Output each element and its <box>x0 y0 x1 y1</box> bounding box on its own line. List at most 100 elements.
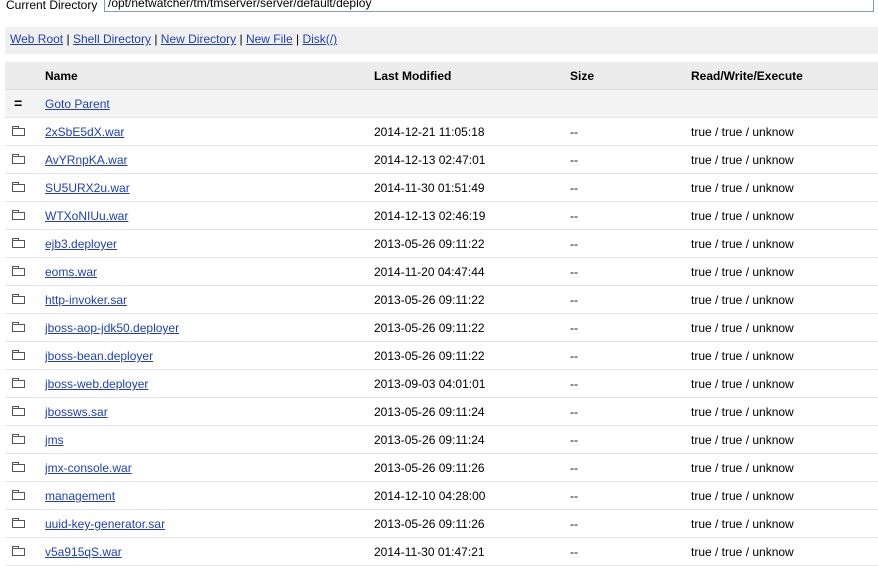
goto-parent-icon: = <box>14 95 23 111</box>
table-row: SU5URX2u.war 2014-11-30 01:51:49 -- true / … <box>5 174 878 202</box>
file-rows: 2xSbE5dX.war 2014-12-21 11:05:18 -- true / … <box>5 118 878 566</box>
rwx-cell: true / true / unknow <box>691 321 794 335</box>
folder-icon <box>12 377 26 391</box>
file-name-link[interactable]: management <box>45 489 115 503</box>
file-name-link[interactable]: ejb3.deployer <box>45 237 117 251</box>
file-name-link[interactable]: SU5URX2u.war <box>45 181 130 195</box>
rwx-cell: true / true / unknow <box>691 489 794 503</box>
shell-directory-link[interactable]: Shell Directory <box>73 32 151 46</box>
goto-parent-row: = Goto Parent <box>5 90 878 118</box>
file-name-link[interactable]: jmx-console.war <box>45 461 132 475</box>
table-row: management 2014-12-10 04:28:00 -- true / tr… <box>5 482 878 510</box>
folder-icon <box>12 265 26 279</box>
size-cell: -- <box>570 209 578 223</box>
size-cell: -- <box>570 153 578 167</box>
file-name-link[interactable]: eoms.war <box>45 265 97 279</box>
file-name-link[interactable]: jboss-bean.deployer <box>45 349 153 363</box>
table-row: http-invoker.sar 2013-05-26 09:11:22 -- tru… <box>5 286 878 314</box>
link-separator: | <box>154 32 158 46</box>
rwx-cell: true / true / unknow <box>691 405 794 419</box>
file-name-link[interactable]: jms <box>45 433 64 447</box>
action-links-bar: Web Root | Shell Directory | New Directo… <box>5 27 878 54</box>
last-modified-cell: 2013-05-26 09:11:24 <box>374 433 485 447</box>
new-file-link[interactable]: New File <box>246 32 293 46</box>
size-cell: -- <box>570 265 578 279</box>
rwx-cell: true / true / unknow <box>691 237 794 251</box>
size-cell: -- <box>570 405 578 419</box>
file-name-link[interactable]: WTXoNIUu.war <box>45 209 128 223</box>
folder-icon <box>12 293 26 307</box>
rwx-cell: true / true / unknow <box>691 125 794 139</box>
size-cell: -- <box>570 293 578 307</box>
header-rwx: Read/Write/Execute <box>691 69 803 83</box>
rwx-cell: true / true / unknow <box>691 433 794 447</box>
goto-parent-link[interactable]: Goto Parent <box>45 97 110 111</box>
last-modified-cell: 2013-05-26 09:11:22 <box>374 349 485 363</box>
last-modified-cell: 2014-12-10 04:28:00 <box>374 489 486 503</box>
rwx-cell: true / true / unknow <box>691 153 794 167</box>
size-cell: -- <box>570 237 578 251</box>
rwx-cell: true / true / unknow <box>691 265 794 279</box>
file-name-link[interactable]: 2xSbE5dX.war <box>45 125 124 139</box>
folder-icon <box>12 209 26 223</box>
last-modified-cell: 2013-05-26 09:11:26 <box>374 461 485 475</box>
current-directory-input[interactable] <box>104 0 874 12</box>
table-row: eoms.war 2014-11-20 04:47:44 -- true / true… <box>5 258 878 286</box>
size-cell: -- <box>570 349 578 363</box>
rwx-cell: true / true / unknow <box>691 461 794 475</box>
file-name-link[interactable]: jboss-aop-jdk50.deployer <box>45 321 179 335</box>
folder-icon <box>12 405 26 419</box>
header-name: Name <box>45 69 78 83</box>
folder-icon <box>12 489 26 503</box>
file-table: Name Last Modified Size Read/Write/Execu… <box>5 62 878 566</box>
table-row: jbossws.sar 2013-05-26 09:11:24 -- true / t… <box>5 398 878 426</box>
table-row: v5a915qS.war 2014-11-30 01:47:21 -- true / … <box>5 538 878 566</box>
rwx-cell: true / true / unknow <box>691 209 794 223</box>
folder-icon <box>12 321 26 335</box>
size-cell: -- <box>570 125 578 139</box>
table-row: AvYRnpKA.war 2014-12-13 02:47:01 -- true / … <box>5 146 878 174</box>
web-root-link[interactable]: Web Root <box>10 32 63 46</box>
disk-root-link[interactable]: Disk(/) <box>302 32 337 46</box>
size-cell: -- <box>570 489 578 503</box>
link-separator: | <box>239 32 243 46</box>
current-directory-label: Current Directory <box>6 0 98 12</box>
folder-icon <box>12 433 26 447</box>
file-name-link[interactable]: jbossws.sar <box>45 405 108 419</box>
folder-icon <box>12 237 26 251</box>
new-directory-link[interactable]: New Directory <box>161 32 236 46</box>
folder-icon <box>12 517 26 531</box>
header-last-modified: Last Modified <box>374 69 452 83</box>
last-modified-cell: 2014-12-21 11:05:18 <box>374 125 485 139</box>
table-row: 2xSbE5dX.war 2014-12-21 11:05:18 -- true / … <box>5 118 878 146</box>
table-row: ejb3.deployer 2013-05-26 09:11:22 -- true /… <box>5 230 878 258</box>
last-modified-cell: 2013-05-26 09:11:26 <box>374 517 485 531</box>
header-size: Size <box>570 69 595 83</box>
table-row: jboss-web.deployer 2013-09-03 04:01:01 -- t… <box>5 370 878 398</box>
last-modified-cell: 2013-09-03 04:01:01 <box>374 377 486 391</box>
size-cell: -- <box>570 321 578 335</box>
folder-icon <box>12 181 26 195</box>
size-cell: -- <box>570 377 578 391</box>
file-name-link[interactable]: jboss-web.deployer <box>45 377 148 391</box>
last-modified-cell: 2014-12-13 02:46:19 <box>374 209 486 223</box>
rwx-cell: true / true / unknow <box>691 377 794 391</box>
rwx-cell: true / true / unknow <box>691 181 794 195</box>
table-row: jboss-bean.deployer 2013-05-26 09:11:22 --… <box>5 342 878 370</box>
file-name-link[interactable]: uuid-key-generator.sar <box>45 517 165 531</box>
current-directory-bar: Current Directory <box>0 0 878 14</box>
file-name-link[interactable]: AvYRnpKA.war <box>45 153 127 167</box>
size-cell: -- <box>570 461 578 475</box>
folder-icon <box>12 125 26 139</box>
last-modified-cell: 2013-05-26 09:11:22 <box>374 321 485 335</box>
rwx-cell: true / true / unknow <box>691 517 794 531</box>
link-separator: | <box>66 32 70 46</box>
file-name-link[interactable]: http-invoker.sar <box>45 293 127 307</box>
last-modified-cell: 2014-12-13 02:47:01 <box>374 153 486 167</box>
rwx-cell: true / true / unknow <box>691 349 794 363</box>
last-modified-cell: 2013-05-26 09:11:22 <box>374 237 485 251</box>
table-row: jms 2013-05-26 09:11:24 -- true / true / un… <box>5 426 878 454</box>
last-modified-cell: 2013-05-26 09:11:24 <box>374 405 485 419</box>
last-modified-cell: 2014-11-20 04:47:44 <box>374 265 485 279</box>
table-row: WTXoNIUu.war 2014-12-13 02:46:19 -- true / … <box>5 202 878 230</box>
